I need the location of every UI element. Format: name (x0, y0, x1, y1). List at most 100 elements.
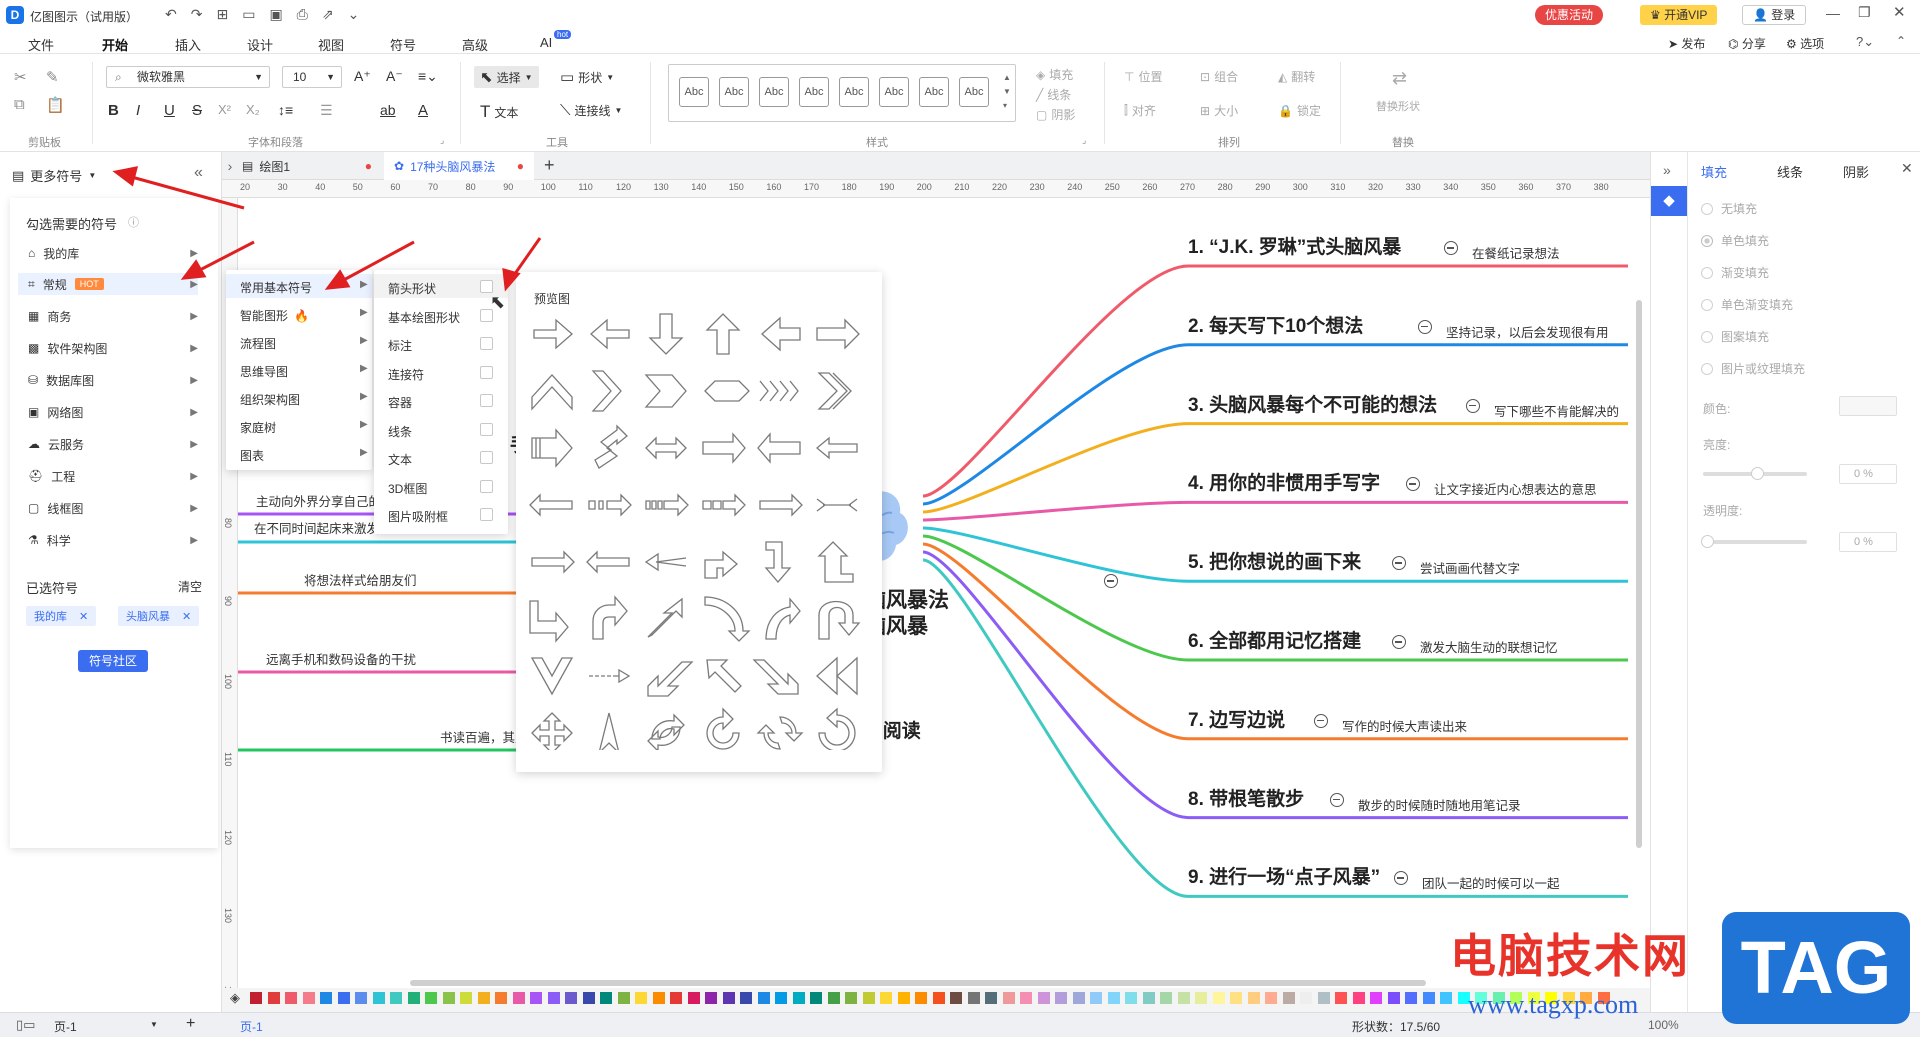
add-tab-icon[interactable]: + (544, 155, 555, 176)
vertical-scrollbar[interactable] (1636, 300, 1642, 848)
group-button[interactable]: ⊡ 组合 (1200, 68, 1238, 85)
mono-gradient-fill-option[interactable]: 单色渐变填充 (1701, 296, 1793, 313)
branch-note[interactable]: 远离手机和数码设备的干扰 (266, 649, 416, 668)
color-swatch[interactable] (985, 992, 997, 1004)
tab-fill[interactable]: 填充 (1701, 162, 1727, 181)
superscript-icon[interactable]: X² (218, 102, 231, 117)
paste-icon[interactable]: 📋 (46, 96, 65, 114)
help-icon[interactable]: ?⌄ (1856, 34, 1874, 50)
color-swatch[interactable] (670, 992, 682, 1004)
page-select[interactable]: 页-1 ▼ (54, 1018, 158, 1035)
shape-set-checkbox[interactable] (480, 508, 493, 521)
arrow-shape-thumbnail[interactable] (588, 493, 632, 517)
branch-note[interactable]: 激发大脑生动的联想记忆 (1420, 637, 1558, 656)
close-icon[interactable]: ✕ (182, 610, 191, 623)
color-swatch[interactable] (1300, 992, 1312, 1004)
shape-set-checkbox[interactable] (480, 365, 493, 379)
category-general[interactable]: ⌗ 常规 HOT ▶ (18, 273, 198, 295)
arrow-shape-thumbnail[interactable] (706, 707, 740, 750)
category-my-library[interactable]: ⌂ 我的库 ▶ (28, 242, 198, 264)
color-swatch[interactable] (530, 992, 542, 1004)
branch-topic[interactable]: 5. 把你想说的画下来 (1188, 547, 1361, 574)
color-swatch[interactable] (1037, 992, 1050, 1004)
line-spacing-icon[interactable]: ↕≡ (278, 102, 293, 118)
submenu-item-mindmap[interactable]: 思维导图 ▶ (240, 363, 368, 380)
arrow-shape-thumbnail[interactable] (759, 493, 803, 517)
color-swatch[interactable] (897, 992, 910, 1004)
size-button[interactable]: ⊞ 大小 (1200, 102, 1238, 119)
branch-note[interactable]: 散步的时候随时随地用笔记录 (1358, 795, 1521, 814)
color-swatch[interactable] (740, 992, 752, 1004)
color-swatch[interactable] (915, 992, 927, 1004)
arrow-shape-thumbnail[interactable] (531, 550, 575, 574)
branch-note[interactable]: 坚持记录，以后会发现很有用 (1446, 322, 1609, 341)
color-swatch[interactable] (1405, 992, 1417, 1004)
color-swatch[interactable] (1177, 992, 1190, 1004)
arrow-shape-thumbnail[interactable] (592, 595, 628, 640)
arrow-shape-thumbnail[interactable] (704, 550, 738, 579)
style-preset[interactable]: Abc (879, 77, 909, 107)
promo-button[interactable]: 优惠活动 (1535, 5, 1604, 25)
branch-topic[interactable]: 7. 边写边说 (1188, 705, 1285, 732)
color-swatch[interactable] (1230, 992, 1242, 1004)
print-icon[interactable]: ⎙ (297, 6, 308, 23)
color-swatch[interactable] (1335, 992, 1347, 1004)
arrow-shape-thumbnail[interactable] (531, 712, 573, 750)
color-swatch[interactable] (635, 992, 647, 1004)
font-dialog-icon[interactable]: ⌟ (440, 135, 444, 146)
close-icon[interactable]: ✕ (1901, 160, 1913, 177)
menu-view[interactable]: 视图 (318, 35, 344, 54)
arrow-shape-thumbnail[interactable] (644, 374, 687, 408)
arrow-shape-thumbnail[interactable] (704, 380, 750, 402)
undo-icon[interactable]: ↶ (165, 6, 177, 23)
branch-topic[interactable]: 9. 进行一场“点子风暴” (1188, 862, 1380, 889)
category-network[interactable]: ▣ 网络图 ▶ (28, 401, 198, 423)
branch-note[interactable]: 团队一起的时候可以一起 (1422, 873, 1560, 892)
color-swatch[interactable] (425, 992, 437, 1004)
arrow-shape-thumbnail[interactable] (704, 596, 751, 642)
color-swatch[interactable] (1265, 992, 1277, 1004)
publish-button[interactable]: ➤ 发布 (1668, 35, 1705, 52)
font-size-select[interactable]: 10 ▼ (282, 66, 342, 88)
shape-tool-button[interactable]: ▭ 形状 ▼ (560, 68, 614, 86)
color-swatch[interactable] (477, 992, 490, 1004)
collapse-icon[interactable] (1314, 713, 1328, 728)
shape-set-item[interactable]: 线条 (388, 423, 412, 440)
branch-topic[interactable]: 6. 全部都用记忆搭建 (1188, 626, 1361, 653)
style-preset[interactable]: Abc (959, 77, 989, 107)
color-swatch[interactable] (582, 992, 595, 1004)
category-business[interactable]: ▦ 商务 ▶ (28, 305, 198, 327)
style-preset[interactable]: Abc (759, 77, 789, 107)
color-swatch[interactable] (302, 992, 315, 1004)
shape-set-checkbox[interactable] (480, 451, 493, 464)
shape-set-checkbox[interactable] (480, 394, 493, 407)
color-swatch[interactable] (1107, 992, 1120, 1004)
collapse-icon[interactable] (1392, 635, 1406, 649)
zoom-level[interactable]: 100% (1648, 1018, 1679, 1032)
shape-set-item[interactable]: 箭头形状 (388, 280, 436, 297)
arrow-shape-thumbnail[interactable] (757, 432, 801, 464)
category-science[interactable]: ⚗ 科学 ▶ (28, 529, 198, 551)
menu-symbol[interactable]: 符号 (390, 35, 416, 54)
underline-icon[interactable]: U (164, 102, 175, 119)
style-preset[interactable]: Abc (719, 77, 749, 107)
branch-topic[interactable]: 2. 每天写下10个想法 (1188, 311, 1363, 338)
arrow-shape-thumbnail[interactable] (761, 316, 801, 352)
bullet-list-icon[interactable]: ☰ (320, 102, 333, 119)
color-swatch[interactable] (827, 992, 840, 1004)
minimize-icon[interactable]: — (1826, 5, 1840, 21)
fill-bucket-icon[interactable]: ◆ (1651, 186, 1687, 216)
color-swatch[interactable] (705, 992, 717, 1004)
menu-advanced[interactable]: 高级 (462, 35, 488, 54)
collapse-ribbon-icon[interactable]: ⌃ (1896, 34, 1906, 48)
connector-tool-button[interactable]: ⟍ 连接线 ▼ (560, 102, 622, 119)
cut-icon[interactable]: ✂ (14, 68, 27, 86)
more-symbols-dropdown[interactable]: ▤ 更多符号 ▼ (12, 166, 96, 185)
slider-handle[interactable] (1751, 467, 1764, 480)
category-cloud[interactable]: ☁ 云服务 ▶ (28, 433, 198, 455)
arrow-shape-thumbnail[interactable] (818, 601, 861, 640)
help-icon[interactable]: ⓘ (128, 214, 139, 230)
collapse-icon[interactable] (1466, 398, 1480, 413)
color-swatch[interactable] (967, 992, 980, 1004)
add-page-icon[interactable]: + (186, 1015, 195, 1033)
